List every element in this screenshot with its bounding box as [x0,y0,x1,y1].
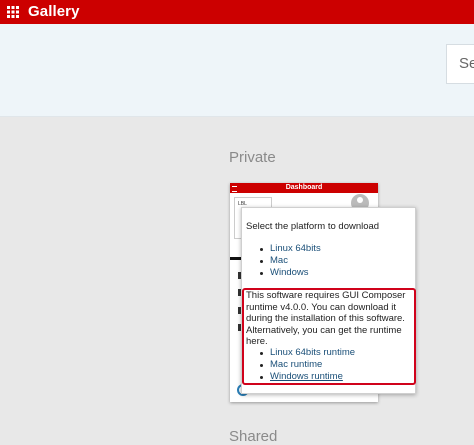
platform-link-linux[interactable]: Linux 64bits [270,243,321,254]
platform-item-windows: Windows [260,267,321,279]
section-title-shared: Shared [229,428,278,445]
runtime-link-mac[interactable]: Mac runtime [270,359,322,370]
platform-list: Linux 64bits Mac Windows [260,243,321,279]
thumbnail-menu-icon [232,186,237,192]
hero-banner [0,24,474,117]
runtime-item-windows: Windows runtime [260,371,355,383]
runtime-item-mac: Mac runtime [260,359,355,371]
download-popover: Select the platform to download Linux 64… [241,207,416,394]
runtime-link-linux[interactable]: Linux 64bits runtime [270,347,355,358]
runtime-item-linux: Linux 64bits runtime [260,347,355,359]
platform-item-mac: Mac [260,255,321,267]
platform-item-linux: Linux 64bits [260,243,321,255]
thumbnail-header: Dashboard [230,183,378,193]
runtime-message: This software requires GUI Composer runt… [246,290,406,347]
search-input[interactable]: Se [446,44,474,84]
app-title[interactable]: Gallery [28,3,80,21]
platform-link-mac[interactable]: Mac [270,255,288,266]
top-bar: Gallery [0,0,474,24]
thumbnail-title: Dashboard [285,184,323,191]
section-title-private: Private [229,149,276,166]
apps-grid-icon[interactable] [7,6,19,18]
platform-link-windows[interactable]: Windows [270,267,309,278]
runtime-link-windows[interactable]: Windows runtime [270,371,343,382]
popover-title: Select the platform to download [246,221,380,232]
runtime-list: Linux 64bits runtime Mac runtime Windows… [260,347,355,383]
search-placeholder: Se [459,55,474,72]
